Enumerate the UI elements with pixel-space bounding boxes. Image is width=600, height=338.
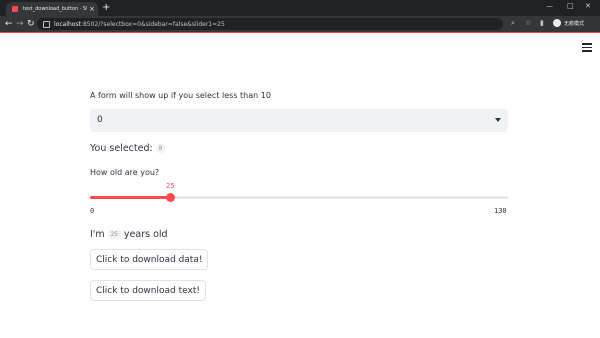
side-panel-icon[interactable]: ▮ (540, 19, 544, 27)
tab-title: test_download_button · Strea… (23, 6, 87, 12)
age-sentence: I'm 25 years old (90, 229, 168, 240)
minimize-icon[interactable]: — (546, 2, 553, 10)
site-info-icon[interactable] (43, 20, 50, 28)
back-arrow-icon[interactable]: ← (5, 18, 13, 30)
age-slider[interactable]: 25 (90, 182, 508, 202)
selected-value-code: 0 (155, 144, 166, 153)
main-menu-icon[interactable] (582, 43, 592, 52)
download-data-button[interactable]: Click to download data! (90, 249, 209, 270)
slider-label: How old are you? (90, 168, 160, 177)
browser-toolbar: ← → ↻ localhost:8502/?selectbox=0&sideba… (0, 16, 600, 32)
address-bar[interactable]: localhost:8502/?selectbox=0&sidebar=fals… (37, 18, 503, 30)
browser-tab[interactable]: test_download_button · Strea… × (6, 2, 98, 16)
new-tab-button[interactable]: + (102, 3, 110, 13)
url-host: localhost (54, 20, 81, 28)
slider-thumb[interactable] (166, 193, 176, 202)
age-prefix: I'm (90, 229, 105, 240)
selected-text: You selected: 0 (90, 143, 168, 154)
bookmark-star-icon[interactable]: ☆ (525, 19, 531, 27)
zoom-search-icon[interactable]: ⌕ (511, 19, 515, 28)
selectbox[interactable]: 0 (90, 109, 508, 132)
selectbox-label: A form will show up if you select less t… (90, 91, 271, 100)
slider-min-label: 0 (90, 207, 95, 215)
browser-tab-strip: test_download_button · Strea… × + — □ ✕ (0, 0, 600, 16)
selected-prefix: You selected: (90, 143, 153, 154)
forward-arrow-icon[interactable]: → (16, 18, 24, 30)
reload-icon[interactable]: ↻ (27, 18, 35, 30)
chevron-down-icon (495, 118, 501, 122)
download-text-button[interactable]: Click to download text! (90, 280, 206, 301)
address-url: localhost:8502/?selectbox=0&sidebar=fals… (54, 21, 225, 28)
url-path: :8502/?selectbox=0&sidebar=false&slider1… (80, 20, 225, 28)
maximize-icon[interactable]: □ (567, 2, 574, 10)
slider-max-label: 130 (494, 207, 507, 215)
age-value-code: 25 (107, 230, 121, 239)
selectbox-value: 0 (97, 115, 103, 125)
age-suffix: years old (123, 229, 168, 240)
slider-current-value: 25 (166, 182, 175, 190)
streamlit-favicon-icon (12, 6, 18, 12)
window-close-icon[interactable]: ✕ (585, 2, 591, 10)
streamlit-top-decoration (0, 32, 600, 33)
incognito-profile[interactable]: 无痕模式 (553, 19, 584, 27)
incognito-avatar-icon (553, 19, 561, 27)
tab-close-icon[interactable]: × (89, 5, 95, 13)
slider-fill (90, 196, 171, 199)
profile-label: 无痕模式 (564, 20, 585, 27)
